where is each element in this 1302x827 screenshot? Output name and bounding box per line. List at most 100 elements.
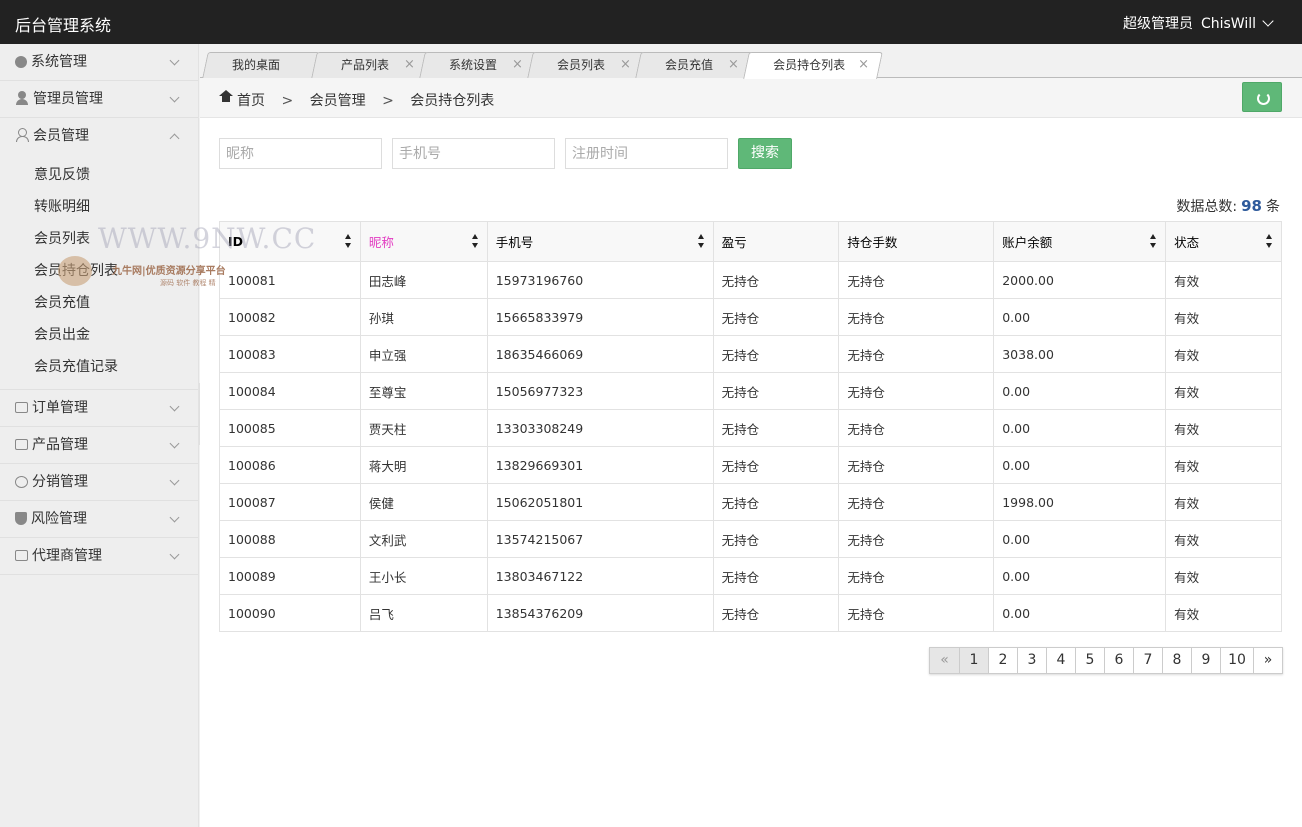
pagination-page[interactable]: 9 xyxy=(1191,648,1220,673)
pagination-page[interactable]: 8 xyxy=(1162,648,1191,673)
sort-icon[interactable] xyxy=(1150,234,1157,249)
column-header-nickname[interactable]: 昵称 xyxy=(359,221,488,262)
tab-member-list[interactable]: 会员列表 × xyxy=(527,52,645,78)
pagination-page[interactable]: 7 xyxy=(1133,648,1162,673)
sidebar-subitem-member-list[interactable]: 会员列表 xyxy=(0,223,198,255)
sidebar-item-orders[interactable]: 订单管理 xyxy=(0,390,198,427)
sidebar-subitem-positions[interactable]: 会员持仓列表 xyxy=(0,255,198,287)
user-role: 超级管理员 xyxy=(1122,16,1193,32)
sidebar-item-label: 管理员管理 xyxy=(33,91,103,107)
sidebar-item-distribution[interactable]: 分销管理 xyxy=(0,464,198,501)
table-cell: 13854376209 xyxy=(486,594,714,632)
breadcrumb-home[interactable]: 首页 xyxy=(237,93,265,109)
sidebar-item-agents[interactable]: 代理商管理 xyxy=(0,538,198,575)
table-cell: 有效 xyxy=(1165,594,1282,632)
sidebar-item-admins[interactable]: 管理员管理 xyxy=(0,81,198,118)
table-cell: 无持仓 xyxy=(838,557,995,595)
sidebar-item-system[interactable]: 系统管理 xyxy=(0,44,198,81)
user-name: ChisWill xyxy=(1200,16,1256,32)
pagination-page[interactable]: 2 xyxy=(988,648,1017,673)
sort-icon[interactable] xyxy=(697,234,705,249)
total-label: 数据总数: xyxy=(1176,199,1238,215)
close-icon[interactable]: × xyxy=(728,53,739,77)
table-cell: 0.00 xyxy=(993,409,1167,447)
table-cell: 无持仓 xyxy=(838,520,995,558)
sidebar-item-members[interactable]: 会员管理 xyxy=(0,118,198,155)
breadcrumb-level2: 会员持仓列表 xyxy=(410,93,495,109)
register-time-input[interactable] xyxy=(565,138,728,169)
tab-system-settings[interactable]: 系统设置 × xyxy=(419,52,537,78)
sort-icon[interactable] xyxy=(1266,234,1273,249)
user-menu[interactable]: 超级管理员 ChisWill xyxy=(1122,13,1274,33)
sort-icon[interactable] xyxy=(344,234,352,249)
sidebar-subitem-recharge[interactable]: 会员充值 xyxy=(0,287,198,319)
close-icon[interactable]: × xyxy=(858,53,869,77)
pagination-page[interactable]: 6 xyxy=(1104,648,1133,673)
column-header-balance[interactable]: 账户余额 xyxy=(993,221,1167,262)
table-cell: 无持仓 xyxy=(838,335,995,373)
pagination-prev[interactable]: « xyxy=(930,648,959,673)
sidebar-subitem-recharge-log[interactable]: 会员充值记录 xyxy=(0,351,198,383)
pagination-page[interactable]: 10 xyxy=(1220,648,1253,673)
table-cell: 100089 xyxy=(219,557,361,595)
table-cell: 100081 xyxy=(219,261,361,299)
table-row: 100082 孙琪 15665833979 无持仓 无持仓 0.00 有效 xyxy=(219,298,1282,336)
table-cell: 无持仓 xyxy=(712,261,840,299)
chevron-down-icon xyxy=(169,512,180,523)
sidebar-subitem-transfers[interactable]: 转账明细 xyxy=(0,191,198,223)
chevron-down-icon xyxy=(169,55,180,66)
list-icon xyxy=(15,402,28,413)
sidebar-item-risk[interactable]: 风险管理 xyxy=(0,501,198,538)
column-header-phone[interactable]: 手机号 xyxy=(486,221,714,262)
app-title: 后台管理系统 xyxy=(15,16,112,35)
table-cell: 田志峰 xyxy=(359,261,488,299)
table-cell: 有效 xyxy=(1165,409,1282,447)
pagination-next[interactable]: » xyxy=(1253,648,1282,673)
sidebar-item-label: 会员管理 xyxy=(33,128,89,144)
shield-icon xyxy=(15,512,27,525)
close-icon[interactable]: × xyxy=(512,53,523,77)
close-icon[interactable]: × xyxy=(404,53,415,77)
chevron-down-icon xyxy=(1262,15,1274,27)
tab-member-recharge[interactable]: 会员充值 × xyxy=(635,52,753,78)
refresh-button[interactable] xyxy=(1242,82,1282,112)
members-submenu: 意见反馈 转账明细 会员列表 会员持仓列表 会员充值 会员出金 会员充值记录 xyxy=(0,155,198,390)
tab-product-list[interactable]: 产品列表 × xyxy=(311,52,429,78)
table-cell: 100082 xyxy=(219,298,361,336)
table-cell: 13303308249 xyxy=(486,409,714,447)
table-cell: 无持仓 xyxy=(712,594,840,632)
table-cell: 有效 xyxy=(1165,483,1282,521)
breadcrumb-level1[interactable]: 会员管理 xyxy=(310,93,366,109)
search-button[interactable]: 搜索 xyxy=(738,138,792,169)
phone-input[interactable] xyxy=(392,138,555,169)
nickname-input[interactable] xyxy=(219,138,382,169)
table-cell: 文利武 xyxy=(359,520,488,558)
column-header-id[interactable]: ID xyxy=(219,221,361,262)
table-cell: 贾天柱 xyxy=(359,409,488,447)
table-row: 100089 王小长 13803467122 无持仓 无持仓 0.00 有效 xyxy=(219,557,1282,595)
tab-member-positions[interactable]: 会员持仓列表 × xyxy=(743,52,883,79)
pagination-page[interactable]: 5 xyxy=(1075,648,1104,673)
table-cell: 无持仓 xyxy=(712,520,840,558)
sidebar-subitem-feedback[interactable]: 意见反馈 xyxy=(0,159,198,191)
table-cell: 13829669301 xyxy=(486,446,714,484)
table-cell: 吕飞 xyxy=(359,594,488,632)
close-icon[interactable]: × xyxy=(620,53,631,77)
sidebar-subitem-withdraw[interactable]: 会员出金 xyxy=(0,319,198,351)
table-cell: 15973196760 xyxy=(486,261,714,299)
positions-table: ID 昵称 手机号 盈亏 持仓手数 账户余额 状态 100081 田志峰 15973… xyxy=(219,221,1282,632)
chevron-down-icon xyxy=(169,549,180,560)
pagination-page[interactable]: 4 xyxy=(1046,648,1075,673)
breadcrumb: 首页 > 会员管理 > 会员持仓列表 xyxy=(219,90,495,110)
pagination-page[interactable]: 1 xyxy=(959,648,988,673)
sidebar-item-products[interactable]: 产品管理 xyxy=(0,427,198,464)
tab-bar: 我的桌面 产品列表 × 系统设置 × 会员列表 × 会员充值 × 会员持仓列表 × xyxy=(200,44,1302,79)
tab-desktop[interactable]: 我的桌面 xyxy=(202,52,320,78)
sidebar-item-label: 订单管理 xyxy=(32,400,88,416)
sidebar-item-label: 风险管理 xyxy=(31,511,87,527)
pagination-page[interactable]: 3 xyxy=(1017,648,1046,673)
column-header-status[interactable]: 状态 xyxy=(1165,221,1282,262)
sidebar-item-label: 代理商管理 xyxy=(32,548,102,564)
sort-icon[interactable] xyxy=(471,234,479,249)
box-icon xyxy=(15,439,28,450)
